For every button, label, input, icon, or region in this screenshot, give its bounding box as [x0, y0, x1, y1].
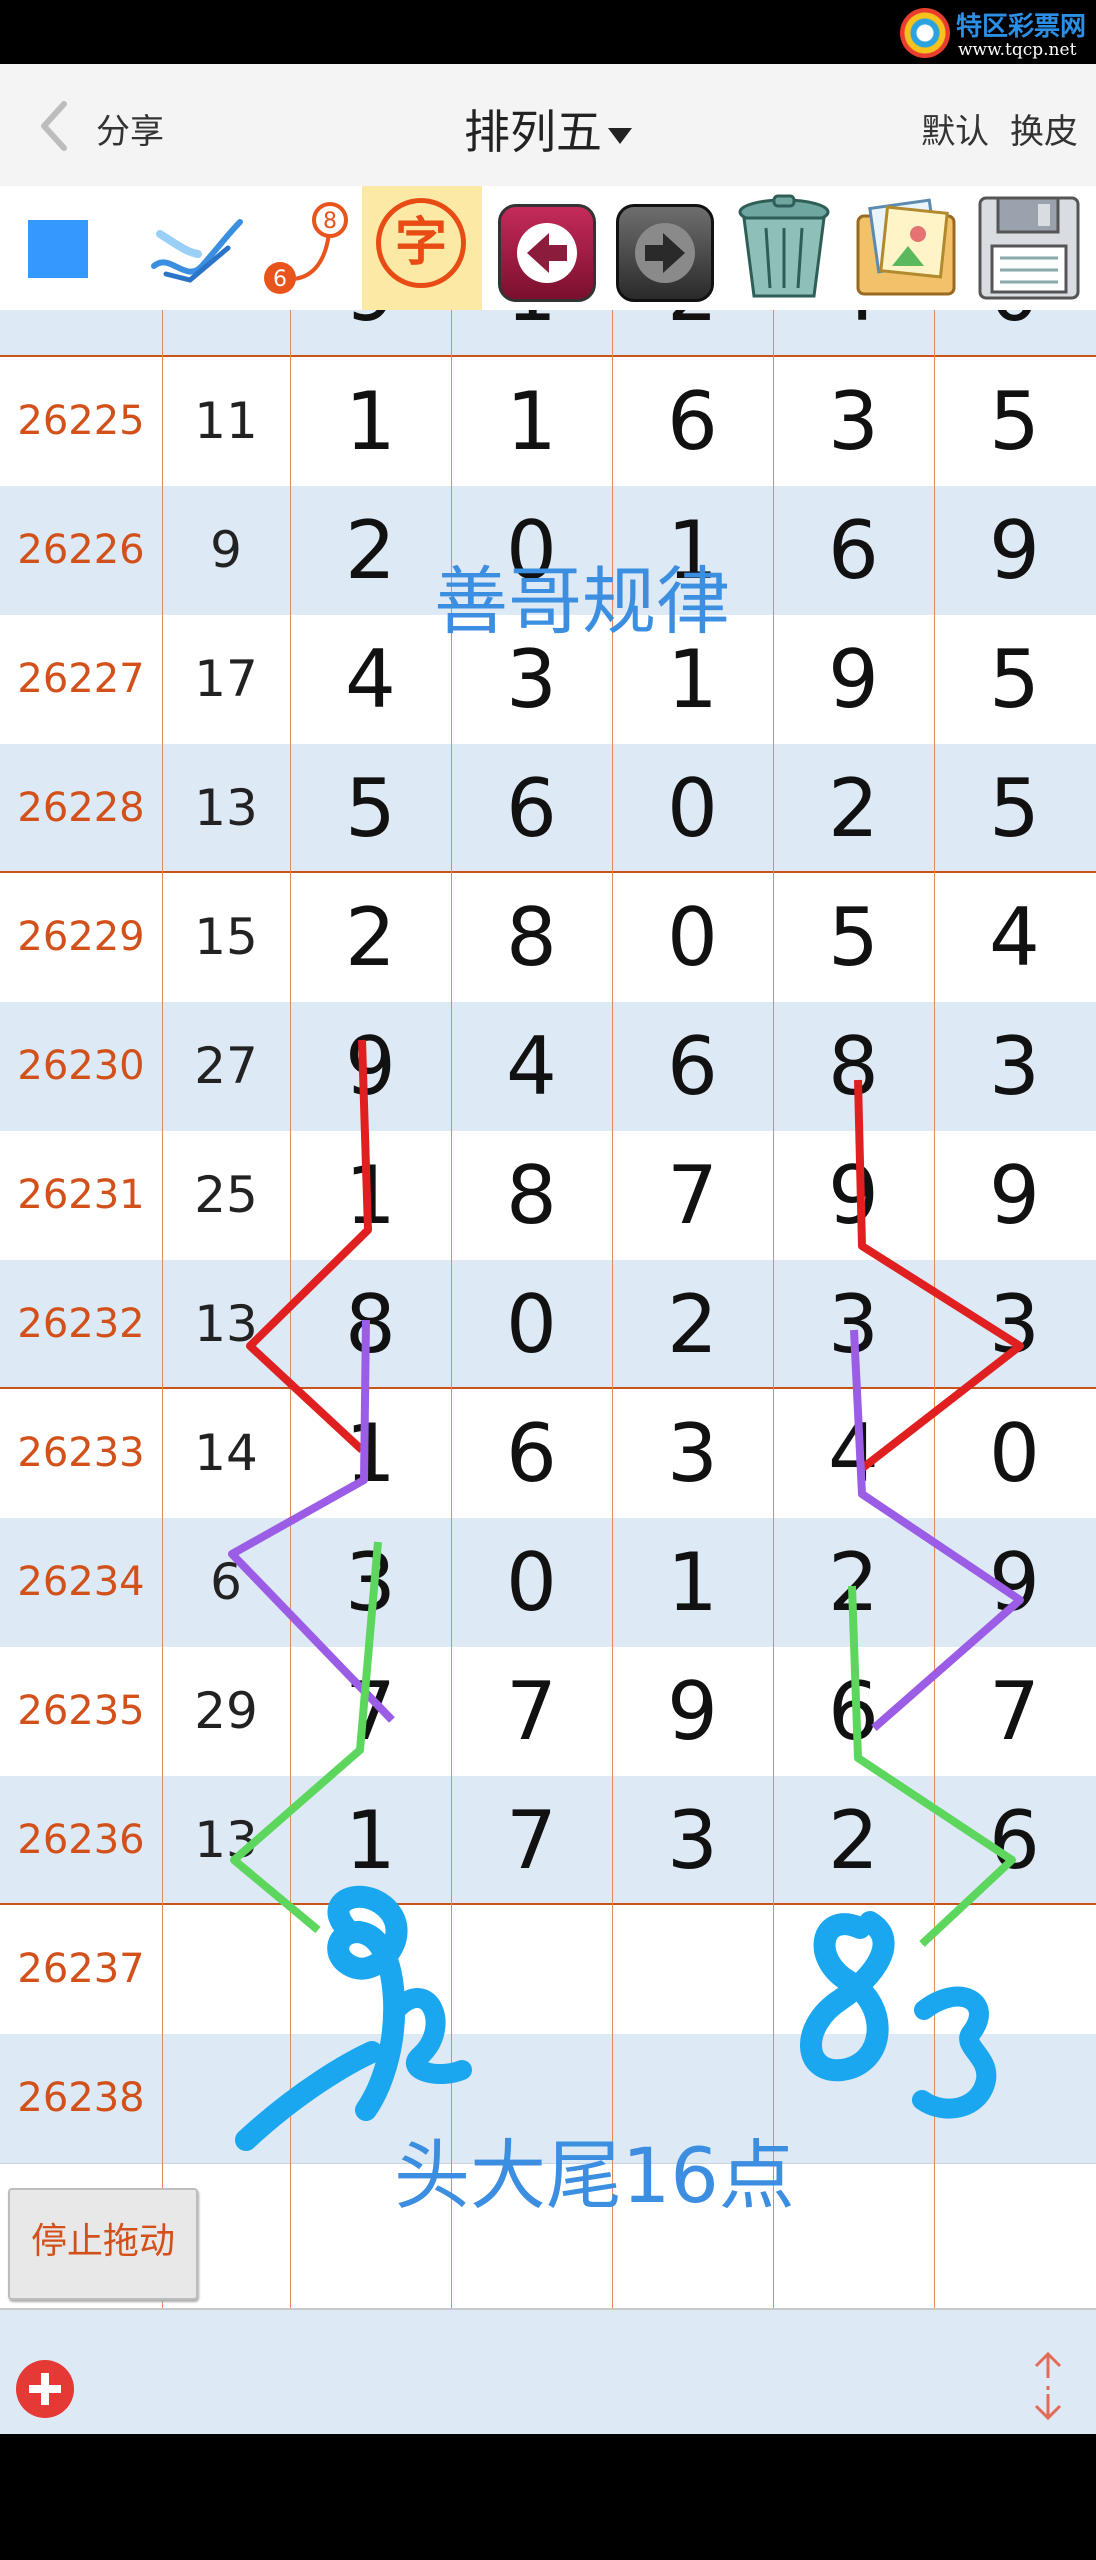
- status-bar: 特区彩票网 www.tqcp.net: [0, 0, 1096, 64]
- watermark-url: www.tqcp.net: [958, 40, 1077, 60]
- watermark-logo-icon: [900, 8, 950, 58]
- zi-icon: 字: [376, 198, 466, 288]
- annotation-bottom-text: 头大尾16点: [394, 2131, 795, 2220]
- save-disk-icon[interactable]: [970, 192, 1088, 304]
- right-arrow-icon: [616, 204, 714, 302]
- change-skin-button[interactable]: 换皮: [1010, 112, 1078, 152]
- prev-arrow-button[interactable]: [492, 192, 596, 304]
- number-marker-icon[interactable]: 6 8: [258, 192, 358, 304]
- left-arrow-icon: [498, 204, 596, 302]
- annotation-top-text: 善哥规律: [434, 559, 730, 645]
- page-title-text: 排列五: [464, 105, 602, 159]
- drawing-toolbar: 6 8 字: [0, 186, 1096, 310]
- bottom-bar: [0, 2308, 1096, 2436]
- header-actions: 默认 换皮: [911, 104, 1078, 153]
- default-button[interactable]: 默认: [921, 112, 989, 152]
- dropdown-caret-icon: [608, 127, 632, 144]
- trash-icon[interactable]: [726, 192, 842, 304]
- watermark: 特区彩票网 www.tqcp.net: [900, 6, 1090, 62]
- marker-num-6: 6: [273, 267, 287, 292]
- pictures-icon[interactable]: [848, 192, 964, 304]
- pen-check-icon[interactable]: [146, 192, 246, 304]
- text-zi-tool[interactable]: 字: [362, 186, 482, 310]
- system-nav-bar: [0, 2434, 1096, 2560]
- color-square-tool[interactable]: [28, 220, 88, 278]
- scroll-updown-icon[interactable]: [1026, 2348, 1070, 2424]
- stop-drag-button[interactable]: 停止拖动: [8, 2188, 198, 2300]
- add-icon[interactable]: [16, 2360, 74, 2418]
- marker-num-8: 8: [323, 209, 337, 234]
- watermark-title: 特区彩票网: [956, 12, 1087, 42]
- lottery-trend-table[interactable]: 2622416912402622511116352622692016926227…: [0, 310, 1096, 2308]
- next-arrow-button[interactable]: [610, 192, 716, 304]
- app-header: 分享 排列五 默认 换皮: [0, 64, 1096, 186]
